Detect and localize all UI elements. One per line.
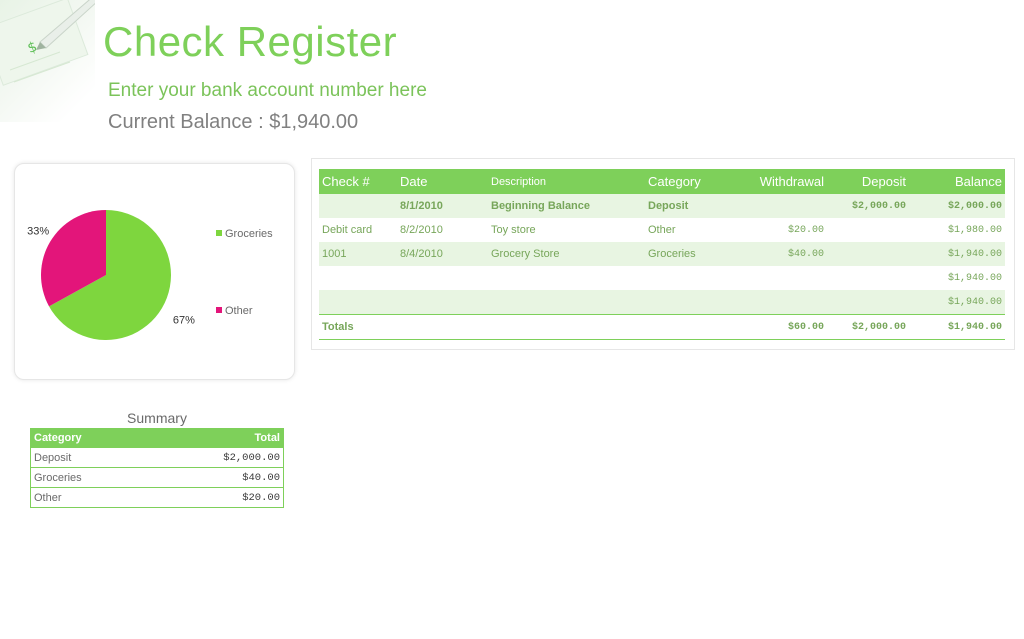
register-header-row: Check # Date Description Category Withdr…	[319, 169, 1005, 194]
withdrawal-cell[interactable]: $40.00	[739, 242, 827, 266]
totals-empty-cell	[488, 314, 645, 340]
summary-row: Groceries $40.00	[30, 467, 284, 488]
deposit-cell[interactable]	[827, 218, 909, 242]
category-cell[interactable]: Deposit	[645, 194, 739, 218]
legend-label: Groceries	[225, 228, 273, 240]
totals-deposit: $2,000.00	[827, 314, 909, 340]
description-cell[interactable]	[488, 266, 645, 290]
check-cell[interactable]	[319, 194, 397, 218]
balance-cell[interactable]: $1,940.00	[909, 266, 1005, 290]
summary-total-cell[interactable]: $40.00	[147, 467, 284, 488]
category-cell[interactable]	[645, 266, 739, 290]
totals-label: Totals	[319, 314, 397, 340]
deposit-cell[interactable]	[827, 290, 909, 315]
totals-empty-cell	[645, 314, 739, 340]
col-description[interactable]: Description	[488, 169, 645, 194]
description-cell[interactable]: Beginning Balance	[488, 194, 645, 218]
table-row: $1,940.00	[319, 266, 1005, 290]
summary-row: Other $20.00	[30, 487, 284, 508]
category-cell[interactable]: Other	[645, 218, 739, 242]
description-cell[interactable]	[488, 290, 645, 315]
legend-swatch	[216, 307, 222, 313]
col-withdrawal[interactable]: Withdrawal	[739, 169, 827, 194]
summary-col-category[interactable]: Category	[30, 428, 148, 448]
description-cell[interactable]: Toy store	[488, 218, 645, 242]
totals-withdrawal: $60.00	[739, 314, 827, 340]
balance-label: Current Balance :	[108, 111, 264, 133]
totals-empty-cell	[397, 314, 488, 340]
balance-cell[interactable]: $1,980.00	[909, 218, 1005, 242]
deposit-cell[interactable]	[827, 266, 909, 290]
current-balance: Current Balance : $1,940.00	[108, 111, 358, 134]
balance-value: $1,940.00	[269, 111, 359, 133]
date-cell[interactable]: 8/2/2010	[397, 218, 488, 242]
balance-cell[interactable]: $1,940.00	[909, 290, 1005, 315]
bank-account-field[interactable]: Enter your bank account number here	[108, 80, 427, 102]
summary-total-cell[interactable]: $2,000.00	[147, 447, 284, 468]
date-cell[interactable]	[397, 266, 488, 290]
col-date[interactable]: Date	[397, 169, 488, 194]
date-cell[interactable]	[397, 290, 488, 315]
col-balance[interactable]: Balance	[909, 169, 1005, 194]
summary-row: Deposit $2,000.00	[30, 447, 284, 468]
totals-balance: $1,940.00	[909, 314, 1005, 340]
check-cell[interactable]	[319, 290, 397, 315]
col-check[interactable]: Check #	[319, 169, 397, 194]
pie-data-label: 33%	[27, 226, 49, 238]
table-row: $1,940.00	[319, 290, 1005, 315]
category-cell[interactable]	[645, 290, 739, 315]
table-row: Debit card 8/2/2010 Toy store Other $20.…	[319, 218, 1005, 242]
summary-col-total[interactable]: Total	[147, 428, 284, 448]
deposit-cell[interactable]: $2,000.00	[827, 194, 909, 218]
description-cell[interactable]: Grocery Store	[488, 242, 645, 266]
pie-chart-panel[interactable]: 67% 33% Groceries Other	[14, 163, 295, 380]
col-category[interactable]: Category	[645, 169, 739, 194]
summary-category-cell[interactable]: Deposit	[30, 447, 148, 468]
summary-total-cell[interactable]: $20.00	[147, 487, 284, 508]
legend-label: Other	[225, 305, 253, 317]
check-cell[interactable]	[319, 266, 397, 290]
table-row: 8/1/2010 Beginning Balance Deposit $2,00…	[319, 194, 1005, 218]
col-deposit[interactable]: Deposit	[827, 169, 909, 194]
check-cell[interactable]: 1001	[319, 242, 397, 266]
pie-chart: 67% 33% Groceries Other	[27, 210, 273, 340]
date-cell[interactable]: 8/1/2010	[397, 194, 488, 218]
balance-cell[interactable]: $2,000.00	[909, 194, 1005, 218]
deposit-cell[interactable]	[827, 242, 909, 266]
withdrawal-cell[interactable]	[739, 266, 827, 290]
category-cell[interactable]: Groceries	[645, 242, 739, 266]
pie-data-label: 67%	[173, 314, 195, 326]
withdrawal-cell[interactable]: $20.00	[739, 218, 827, 242]
summary-title: Summary	[127, 410, 187, 426]
summary-table: Category Total Deposit $2,000.00 Groceri…	[30, 428, 284, 508]
table-row: 1001 8/4/2010 Grocery Store Groceries $4…	[319, 242, 1005, 266]
withdrawal-cell[interactable]	[739, 290, 827, 315]
balance-cell[interactable]: $1,940.00	[909, 242, 1005, 266]
legend-swatch	[216, 230, 222, 236]
page-title: Check Register	[103, 18, 398, 65]
summary-category-cell[interactable]: Other	[30, 487, 148, 508]
summary-header-row: Category Total	[30, 428, 284, 448]
summary-category-cell[interactable]: Groceries	[30, 467, 148, 488]
withdrawal-cell[interactable]	[739, 194, 827, 218]
check-pen-icon: $	[0, 0, 95, 122]
check-cell[interactable]: Debit card	[319, 218, 397, 242]
totals-row: Totals $60.00 $2,000.00 $1,940.00	[319, 314, 1005, 340]
register-table: Check # Date Description Category Withdr…	[319, 169, 1005, 340]
date-cell[interactable]: 8/4/2010	[397, 242, 488, 266]
